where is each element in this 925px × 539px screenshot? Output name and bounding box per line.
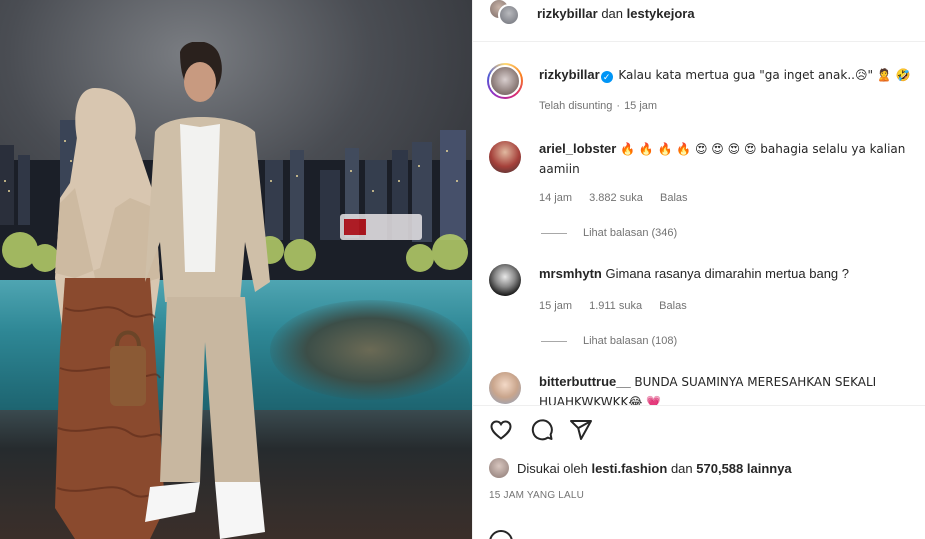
caption-row: rizkybillar ✓ Kalau kata mertua gua "ga i… xyxy=(473,61,925,141)
collab-avatars[interactable] xyxy=(488,0,528,28)
comment-text: ariel_lobster 🔥 🔥 🔥 🔥 😍 😍 😍 😍 bahagia se… xyxy=(539,139,919,179)
comments-section[interactable]: rizkybillar ✓ Kalau kata mertua gua "ga i… xyxy=(473,43,925,405)
view-replies-label[interactable]: Lihat balasan (108) xyxy=(583,335,677,347)
reply-button[interactable]: Balas xyxy=(659,300,687,312)
view-replies-button[interactable]: Lihat balasan (108) xyxy=(541,335,677,347)
commenter-avatar[interactable] xyxy=(489,372,521,404)
emoji-icon[interactable] xyxy=(489,530,513,539)
comment-body: Gimana rasanya dimarahin mertua bang ? xyxy=(605,266,850,281)
caption-avatar[interactable] xyxy=(487,63,523,99)
comment-time: 14 jam xyxy=(539,192,573,204)
caption-text: rizkybillar ✓ Kalau kata mertua gua "ga i… xyxy=(539,65,919,85)
liked-by-user[interactable]: lesti.fashion xyxy=(591,461,667,476)
post-header: rizkybillar dan lestykejora xyxy=(473,0,925,42)
comment-username[interactable]: ariel_lobster xyxy=(539,141,616,156)
view-replies-label[interactable]: Lihat balasan (346) xyxy=(583,227,677,239)
comment-username[interactable]: bitterbuttrue__ xyxy=(539,374,631,389)
post-photo[interactable] xyxy=(0,0,472,539)
replies-divider xyxy=(541,340,567,342)
caption-username[interactable]: rizkybillar xyxy=(539,67,600,82)
comment-row: bitterbuttrue__ BUNDA SUAMINYA MERESAHKA… xyxy=(473,368,925,405)
comment-meta: 15 jam 1.911 suka Balas xyxy=(539,300,701,312)
caption-meta: Telah disunting · 15 jam xyxy=(539,100,658,112)
comment-time: 15 jam xyxy=(539,300,573,312)
comment-likes-count[interactable]: 1.911 suka xyxy=(589,300,642,312)
comment-icon[interactable] xyxy=(530,418,554,442)
post-side-panel: rizkybillar dan lestykejora rizkybillar ✓… xyxy=(472,0,925,539)
photo-pool-art xyxy=(270,300,470,400)
caption-body: Kalau kata mertua gua "ga inget anak..😥"… xyxy=(618,68,911,82)
reply-button[interactable]: Balas xyxy=(660,192,688,204)
authors-connector: dan xyxy=(601,6,624,21)
caption-edited: Telah disunting xyxy=(539,100,613,112)
comment-text: mrsmhytn Gimana rasanya dimarahin mertua… xyxy=(539,264,919,284)
comment-row: ariel_lobster 🔥 🔥 🔥 🔥 😍 😍 😍 😍 bahagia se… xyxy=(473,135,925,245)
liked-by-connector: dan xyxy=(670,460,693,476)
share-icon[interactable] xyxy=(569,418,593,442)
comment-row: mrsmhytn Gimana rasanya dimarahin mertua… xyxy=(473,260,925,360)
author-link-1[interactable]: rizkybillar xyxy=(537,6,598,21)
comment-text: bitterbuttrue__ BUNDA SUAMINYA MERESAHKA… xyxy=(539,372,919,405)
liked-by: Disukai oleh lesti.fashion dan 570,588 l… xyxy=(489,458,792,478)
comment-username[interactable]: mrsmhytn xyxy=(539,266,602,281)
avatar-lestykejora[interactable] xyxy=(498,4,520,26)
comment-meta: 14 jam 3.882 suka Balas xyxy=(539,192,702,204)
verified-badge-icon: ✓ xyxy=(600,71,613,83)
liked-by-avatar[interactable] xyxy=(489,458,509,478)
likes-count[interactable]: 570,588 lainnya xyxy=(696,461,791,476)
caption-time: 15 jam xyxy=(624,100,658,112)
commenter-avatar[interactable] xyxy=(489,264,521,296)
post-authors: rizkybillar dan lestykejora xyxy=(537,6,695,21)
liked-by-prefix: Disukai oleh xyxy=(517,460,588,476)
comment-likes-count[interactable]: 3.882 suka xyxy=(589,192,643,204)
author-link-2[interactable]: lestykejora xyxy=(627,6,695,21)
heart-icon[interactable] xyxy=(489,418,513,442)
commenter-avatar[interactable] xyxy=(489,141,521,173)
photo-person-man xyxy=(145,42,270,539)
post-actions: Disukai oleh lesti.fashion dan 570,588 l… xyxy=(473,405,925,539)
photo-bank-sign xyxy=(340,214,422,240)
view-replies-button[interactable]: Lihat balasan (346) xyxy=(541,227,677,239)
replies-divider xyxy=(541,232,567,234)
post-timestamp[interactable]: 15 JAM YANG LALU xyxy=(489,490,584,501)
